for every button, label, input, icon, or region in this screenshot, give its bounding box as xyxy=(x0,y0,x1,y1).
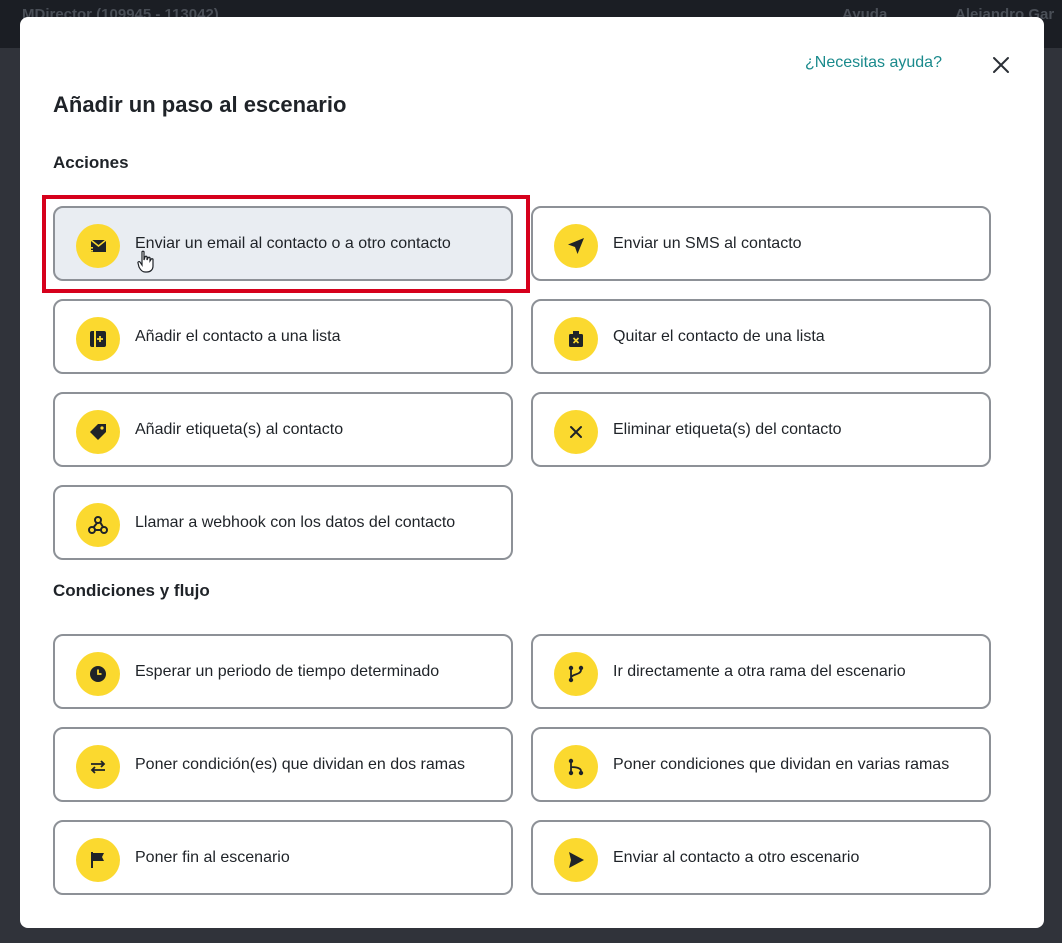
tag-icon xyxy=(76,410,120,454)
option-label: Enviar al contacto a otro escenario xyxy=(613,848,860,866)
option-wait-period[interactable]: Esperar un periodo de tiempo determinado xyxy=(53,634,513,709)
multi-branch-icon xyxy=(554,745,598,789)
section-title-acciones: Acciones xyxy=(53,153,129,172)
option-label: Poner fin al escenario xyxy=(135,848,290,866)
option-remove-tag[interactable]: Eliminar etiqueta(s) del contacto xyxy=(531,392,991,467)
option-label: Poner condiciones que dividan en varias … xyxy=(613,755,950,773)
hand-cursor-icon xyxy=(137,250,154,273)
help-link[interactable]: ¿Necesitas ayuda? xyxy=(805,54,942,72)
close-icon xyxy=(993,57,1009,73)
modal-title: Añadir un paso al escenario xyxy=(53,92,347,117)
list-add-icon xyxy=(76,317,120,361)
list-remove-icon xyxy=(554,317,598,361)
play-send-icon xyxy=(554,838,598,882)
option-label: Añadir el contacto a una lista xyxy=(135,327,341,345)
option-send-sms[interactable]: Enviar un SMS al contacto xyxy=(531,206,991,281)
send-arrow-icon xyxy=(554,224,598,268)
branch-icon xyxy=(554,652,598,696)
email-send-icon xyxy=(76,224,120,268)
close-button[interactable] xyxy=(988,52,1014,78)
option-label: Quitar el contacto de una lista xyxy=(613,327,825,345)
option-label: Llamar a webhook con los datos del conta… xyxy=(135,513,456,531)
option-label: Eliminar etiqueta(s) del contacto xyxy=(613,420,842,438)
add-step-modal: ¿Necesitas ayuda? Añadir un paso al esce… xyxy=(20,17,1044,928)
option-label: Ir directamente a otra rama del escenari… xyxy=(613,662,906,680)
option-label: Poner condición(es) que dividan en dos r… xyxy=(135,755,465,773)
option-send-to-scenario[interactable]: Enviar al contacto a otro escenario xyxy=(531,820,991,895)
option-go-to-branch[interactable]: Ir directamente a otra rama del escenari… xyxy=(531,634,991,709)
swap-arrows-icon xyxy=(76,745,120,789)
option-remove-from-list[interactable]: Quitar el contacto de una lista xyxy=(531,299,991,374)
option-end-scenario[interactable]: Poner fin al escenario xyxy=(53,820,513,895)
option-label: Enviar un SMS al contacto xyxy=(613,234,802,252)
webhook-icon xyxy=(76,503,120,547)
option-add-tag[interactable]: Añadir etiqueta(s) al contacto xyxy=(53,392,513,467)
option-send-email[interactable]: Enviar un email al contacto o a otro con… xyxy=(53,206,513,281)
option-add-to-list[interactable]: Añadir el contacto a una lista xyxy=(53,299,513,374)
option-call-webhook[interactable]: Llamar a webhook con los datos del conta… xyxy=(53,485,513,560)
flag-icon xyxy=(76,838,120,882)
section-title-condiciones: Condiciones y flujo xyxy=(53,581,210,600)
option-label: Esperar un periodo de tiempo determinado xyxy=(135,662,440,680)
option-label: Enviar un email al contacto o a otro con… xyxy=(135,234,451,252)
option-split-multiple-branches[interactable]: Poner condiciones que dividan en varias … xyxy=(531,727,991,802)
option-split-two-branches[interactable]: Poner condición(es) que dividan en dos r… xyxy=(53,727,513,802)
option-label: Añadir etiqueta(s) al contacto xyxy=(135,420,344,438)
clock-icon xyxy=(76,652,120,696)
x-icon xyxy=(554,410,598,454)
